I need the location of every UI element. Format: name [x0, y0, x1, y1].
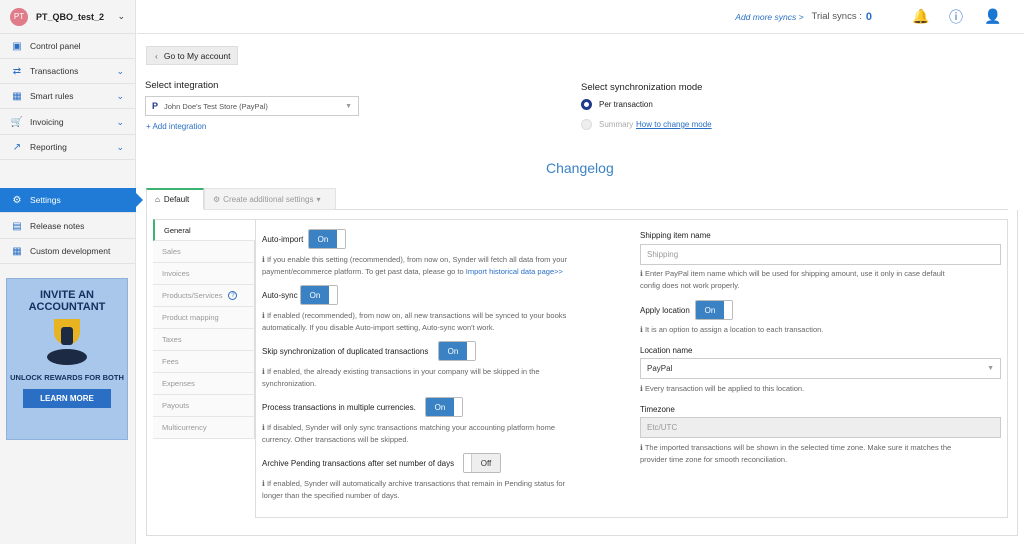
- notes-icon: ▤: [12, 220, 22, 232]
- location-name-label: Location name: [640, 346, 693, 355]
- nav-invoicing[interactable]: 🛒 Invoicing ⌄: [0, 110, 136, 135]
- chevron-left-icon: ‹: [155, 50, 158, 61]
- select-integration-label: Select integration: [145, 80, 219, 91]
- home-icon: ⌂: [155, 195, 160, 204]
- top-bar: Add more syncs > Trial syncs : 0 🔔 ⓘ 👤: [137, 0, 1024, 34]
- auto-sync-help: ℹ If enabled (recommended), from now on,…: [262, 311, 567, 332]
- chevron-down-icon: ⌄: [116, 65, 124, 76]
- multi-currency-help: ℹ If disabled, Synder will only sync tra…: [262, 423, 555, 444]
- promo-title: INVITE AN ACCOUNTANT: [28, 289, 106, 313]
- transfer-icon: ⇄: [12, 65, 22, 77]
- summary-label: Summary: [599, 120, 634, 129]
- timezone-input: Etc/UTC: [640, 417, 1001, 438]
- go-to-my-account-button[interactable]: ‹ Go to My account: [146, 46, 238, 65]
- summary-radio: [581, 119, 592, 130]
- tab-create-additional-settings[interactable]: ⚙ Create additional settings ▾: [204, 188, 336, 210]
- help-icon[interactable]: ⓘ: [948, 7, 964, 27]
- tab-default[interactable]: ⌂ Default: [146, 188, 204, 210]
- nav-custom-development[interactable]: ▦ Custom development: [0, 239, 136, 264]
- org-name: PT_QBO_test_2: [36, 11, 105, 22]
- skip-duplicates-help: ℹ If enabled, the already existing trans…: [262, 367, 540, 388]
- per-transaction-label: Per transaction: [599, 100, 653, 109]
- subnav-taxes[interactable]: Taxes: [153, 329, 255, 351]
- auto-import-toggle[interactable]: On: [308, 229, 346, 249]
- skip-duplicates-label: Skip synchronization of duplicated trans…: [262, 347, 429, 356]
- code-icon: ▦: [12, 245, 22, 257]
- chevron-down-icon: ⌄: [116, 141, 124, 152]
- subnav-product-mapping[interactable]: Product mapping: [153, 307, 255, 329]
- archive-pending-label: Archive Pending transactions after set n…: [262, 459, 455, 468]
- apply-location-toggle[interactable]: On: [695, 300, 733, 320]
- shipping-item-help: ℹ Enter PayPal item name which will be u…: [640, 269, 945, 290]
- avatar: PT: [10, 7, 28, 26]
- subnav-multicurrency[interactable]: Multicurrency: [153, 417, 255, 439]
- apply-location-help: ℹ It is an option to assign a location t…: [640, 325, 824, 334]
- org-switcher[interactable]: PT PT_QBO_test_2 ⌄: [0, 0, 135, 34]
- trial-syncs-count: 0: [865, 10, 872, 23]
- chevron-down-icon: ⌄: [116, 116, 124, 127]
- chevron-down-icon: ⌄: [117, 11, 125, 21]
- nav-smart-rules[interactable]: ▦ Smart rules ⌄: [0, 84, 136, 109]
- subnav-products-services[interactable]: Products/Services?: [153, 285, 255, 307]
- import-historical-data-link[interactable]: Import historical data page>>: [466, 267, 563, 276]
- auto-sync-toggle[interactable]: On: [300, 285, 338, 305]
- archive-pending-help: ℹ If enabled, Synder will automatically …: [262, 479, 566, 500]
- per-transaction-radio[interactable]: [581, 99, 592, 110]
- trophy-icon: [44, 319, 90, 369]
- integration-select[interactable]: P John Doe's Test Store (PayPal) ▼: [145, 96, 359, 116]
- paypal-icon: P: [152, 101, 159, 111]
- learn-more-button[interactable]: LEARN MORE: [23, 389, 111, 408]
- auto-import-label: Auto-import: [262, 235, 304, 244]
- user-icon[interactable]: 👤: [984, 8, 1001, 25]
- nav-transactions[interactable]: ⇄ Transactions ⌄: [0, 59, 136, 84]
- subnav-sales[interactable]: Sales: [153, 241, 255, 263]
- changelog-link[interactable]: Changelog: [546, 160, 614, 176]
- nav-settings[interactable]: ⚙ Settings: [0, 188, 143, 213]
- gear-icon: ⚙: [12, 194, 22, 206]
- nav-release-notes[interactable]: ▤ Release notes: [0, 214, 136, 239]
- apply-location-label: Apply location: [640, 306, 690, 315]
- promo-subtitle: UNLOCK REWARDS FOR BOTH: [10, 373, 124, 382]
- sync-mode-label: Select synchronization mode: [581, 82, 703, 93]
- bell-icon[interactable]: 🔔: [912, 8, 929, 25]
- shipping-item-input[interactable]: Shipping: [640, 244, 1001, 265]
- subnav-general[interactable]: General: [153, 219, 255, 241]
- auto-import-help: ℹ If you enable this setting (recommende…: [262, 255, 568, 276]
- multi-currency-label: Process transactions in multiple currenc…: [262, 403, 416, 412]
- question-icon: ?: [228, 291, 238, 300]
- subnav-fees[interactable]: Fees: [153, 351, 255, 373]
- chart-icon: ↗: [12, 141, 22, 153]
- shipping-item-label: Shipping item name: [640, 231, 711, 240]
- chevron-down-icon: ⌄: [116, 90, 124, 101]
- add-more-syncs-link[interactable]: Add more syncs >: [735, 12, 803, 22]
- timezone-help: ℹ The imported transactions will be show…: [640, 443, 952, 464]
- rules-icon: ▦: [12, 90, 22, 102]
- trial-syncs-label: Trial syncs :: [811, 11, 862, 22]
- gear-icon: ⚙: [213, 194, 221, 204]
- archive-pending-toggle[interactable]: Off: [463, 453, 501, 473]
- chevron-down-icon: ▼: [987, 365, 994, 372]
- multi-currency-toggle[interactable]: On: [425, 397, 463, 417]
- subnav-payouts[interactable]: Payouts: [153, 395, 255, 417]
- dashboard-icon: ▣: [12, 40, 22, 52]
- timezone-label: Timezone: [640, 405, 675, 414]
- sidebar: PT PT_QBO_test_2 ⌄ ▣ Control panel ⇄ Trans…: [0, 0, 143, 544]
- subnav-invoices[interactable]: Invoices: [153, 263, 255, 285]
- add-integration-link[interactable]: + Add integration: [146, 122, 206, 131]
- subnav-expenses[interactable]: Expenses: [153, 373, 255, 395]
- caret-down-icon: ▾: [316, 194, 321, 204]
- nav-reporting[interactable]: ↗ Reporting ⌄: [0, 135, 136, 160]
- how-to-change-mode-link[interactable]: How to change mode: [636, 120, 712, 129]
- skip-duplicates-toggle[interactable]: On: [438, 341, 476, 361]
- settings-tabs: ⌂ Default ⚙ Create additional settings ▾: [146, 188, 1008, 210]
- settings-subnav: General Sales Invoices Products/Services…: [153, 219, 255, 439]
- nav-control-panel[interactable]: ▣ Control panel: [0, 34, 136, 59]
- location-name-help: ℹ Every transaction will be applied to t…: [640, 384, 805, 393]
- invite-accountant-banner[interactable]: INVITE AN ACCOUNTANT UNLOCK REWARDS FOR …: [6, 278, 128, 440]
- location-name-select[interactable]: PayPal ▼: [640, 358, 1001, 379]
- auto-sync-label: Auto-sync: [262, 291, 298, 300]
- cart-icon: 🛒: [10, 116, 24, 128]
- chevron-down-icon: ▼: [345, 102, 352, 110]
